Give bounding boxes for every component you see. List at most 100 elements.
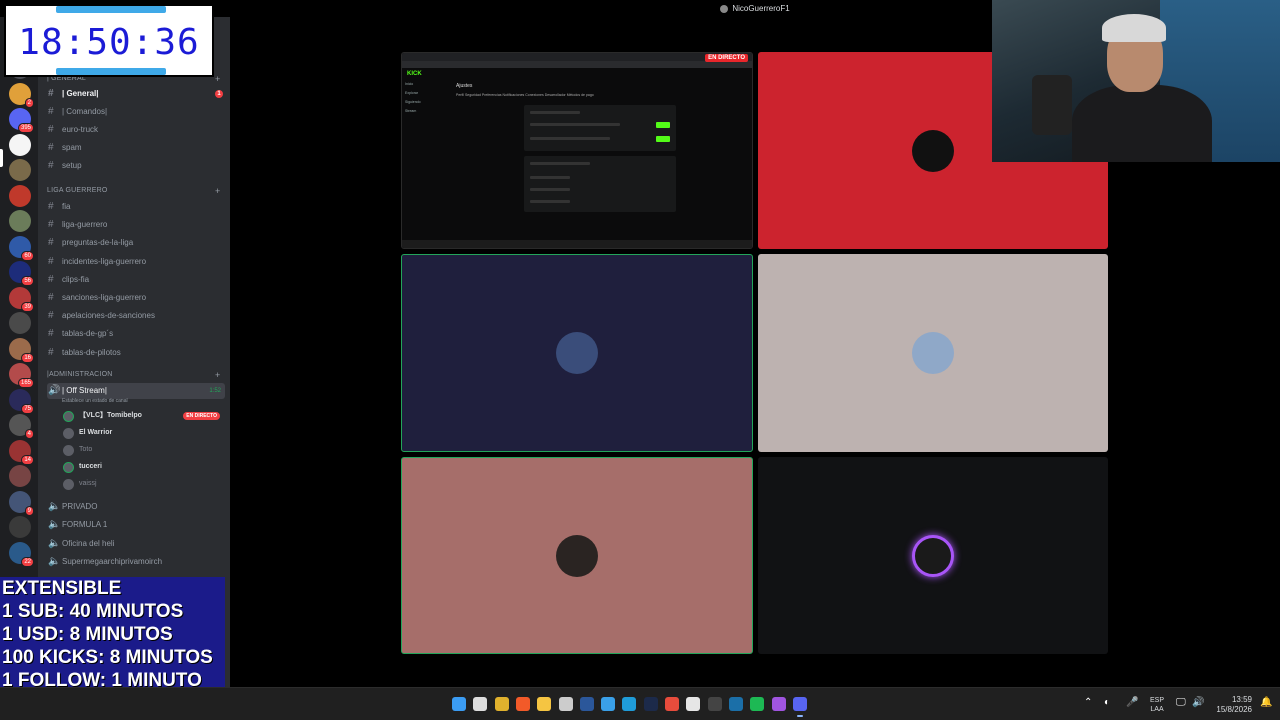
notepad-icon[interactable] bbox=[686, 697, 701, 711]
add-channel-icon[interactable]: + bbox=[215, 370, 220, 380]
server-icon[interactable] bbox=[9, 210, 31, 232]
channel-item[interactable]: # tablas-de-gp´s bbox=[47, 326, 225, 342]
tray-overflow-icon[interactable]: ⌃ bbox=[1084, 697, 1092, 708]
steam-icon[interactable] bbox=[728, 697, 743, 711]
category-liga[interactable]: LIGA GUERRERO + bbox=[47, 186, 220, 196]
notification-bell-icon[interactable]: 🔔 bbox=[1260, 697, 1272, 708]
server-icon[interactable] bbox=[9, 184, 31, 207]
speaker-icon: 🔈 bbox=[48, 537, 61, 549]
voice-user[interactable]: Toto bbox=[62, 442, 224, 458]
chrome-icon[interactable] bbox=[494, 697, 509, 711]
voice-channel-item[interactable]: 🔈 FORMULA 1 bbox=[47, 517, 225, 533]
lang-line-1: ESP bbox=[1150, 697, 1165, 704]
channel-item[interactable]: # | General| 1 bbox=[47, 86, 225, 102]
server-icon[interactable]: 39 bbox=[9, 286, 34, 312]
channel-item[interactable]: # setup bbox=[47, 158, 225, 174]
participant-tile[interactable] bbox=[758, 457, 1108, 654]
server-icon[interactable] bbox=[9, 159, 31, 181]
channel-item[interactable]: # tablas-de-pilotos bbox=[47, 345, 225, 361]
server-icon[interactable] bbox=[9, 465, 31, 487]
participant-tile[interactable] bbox=[401, 457, 753, 654]
server-icon[interactable]: 16 bbox=[9, 337, 34, 363]
window-title: NicoGuerreroF1 bbox=[732, 4, 790, 13]
server-icon[interactable]: 14 bbox=[9, 439, 34, 465]
server-icon[interactable] bbox=[9, 133, 31, 156]
channel-item[interactable]: # spam bbox=[47, 140, 225, 156]
voice-channel-label: | Off Stream| bbox=[62, 386, 107, 395]
channel-item[interactable]: # euro-truck bbox=[47, 122, 225, 138]
word-icon[interactable] bbox=[579, 697, 594, 711]
microphone-icon[interactable]: 🎤 bbox=[1126, 697, 1138, 708]
server-icon[interactable]: 4 bbox=[9, 414, 34, 439]
voice-channel-item[interactable]: 🔈 PRIVADO bbox=[47, 499, 225, 515]
server-icon[interactable]: 395 bbox=[9, 108, 34, 133]
voice-user[interactable]: vaissj bbox=[62, 476, 224, 492]
category-admin[interactable]: |ADMINISTRACION + bbox=[47, 370, 220, 380]
edge-icon[interactable] bbox=[622, 697, 637, 711]
channel-item[interactable]: # incidentes-liga-guerrero bbox=[47, 254, 225, 270]
discord-icon[interactable] bbox=[792, 697, 807, 717]
server-icon[interactable]: 2 bbox=[9, 82, 34, 108]
tray-app-icon[interactable]: ◐ bbox=[1104, 697, 1110, 708]
server-icon[interactable]: 9 bbox=[9, 490, 34, 516]
spotify-icon[interactable] bbox=[750, 697, 765, 711]
search-icon[interactable] bbox=[473, 697, 488, 711]
share-taskbar bbox=[402, 240, 752, 248]
participant-tile[interactable] bbox=[401, 254, 753, 452]
webcam-microphone bbox=[1032, 75, 1072, 135]
channel-item[interactable]: # preguntas-de-la-liga bbox=[47, 235, 225, 251]
channel-label: liga-guerrero bbox=[62, 220, 108, 230]
hash-icon: # bbox=[48, 237, 54, 249]
add-channel-icon[interactable]: + bbox=[215, 186, 220, 196]
clock-bar-bottom bbox=[56, 68, 166, 75]
voice-user-name: Toto bbox=[79, 446, 93, 453]
app-icon[interactable] bbox=[771, 697, 786, 711]
taskbar-clock[interactable]: 13:59 15/8/2026 bbox=[1212, 695, 1252, 715]
obs-icon[interactable] bbox=[707, 697, 722, 711]
voice-user[interactable]: tucceri bbox=[62, 459, 224, 475]
voice-user[interactable]: El Warrior bbox=[62, 425, 224, 441]
voice-channel-item[interactable]: 🔈 Supermegaarchiprivamoirch bbox=[47, 554, 225, 570]
photoshop-icon[interactable] bbox=[643, 697, 658, 711]
language-indicator[interactable]: ESP LAA bbox=[1150, 696, 1164, 714]
app-icon[interactable] bbox=[601, 697, 616, 711]
channel-item[interactable]: # | Comandos| bbox=[47, 104, 225, 120]
add-channel-icon[interactable]: + bbox=[215, 74, 220, 84]
network-icon[interactable]: 🖵 bbox=[1176, 697, 1186, 708]
channel-item[interactable]: # clips-fia bbox=[47, 272, 225, 288]
server-icon[interactable]: 60 bbox=[9, 235, 34, 261]
volume-icon[interactable]: 🔊 bbox=[1192, 697, 1204, 708]
server-icon[interactable]: 56 bbox=[9, 261, 34, 286]
server-icon[interactable]: 165 bbox=[9, 363, 34, 388]
server-icon[interactable] bbox=[9, 312, 31, 334]
channel-item[interactable]: # fia bbox=[47, 199, 225, 215]
brave-icon[interactable] bbox=[515, 697, 530, 711]
screen-share-tile[interactable]: EN DIRECTO KICK Inicio Explorar Siguiendo S… bbox=[401, 52, 753, 249]
app-icon[interactable] bbox=[558, 697, 573, 711]
app-icon[interactable] bbox=[665, 697, 679, 711]
voice-channel-item[interactable]: 🔈 Oficina del heli bbox=[47, 536, 225, 552]
voice-channel-off-stream[interactable]: 🔊 | Off Stream| 1:52 bbox=[47, 383, 225, 399]
file-explorer-icon[interactable] bbox=[537, 697, 552, 711]
participant-tile[interactable] bbox=[758, 254, 1108, 452]
share-panel-connections bbox=[524, 105, 676, 151]
hash-icon: # bbox=[48, 255, 54, 267]
server-mention-badge: 395 bbox=[17, 123, 34, 133]
windows-start-icon[interactable] bbox=[452, 697, 466, 711]
channel-item[interactable]: # liga-guerrero bbox=[47, 217, 225, 233]
server-icon[interactable]: 22 bbox=[9, 541, 34, 567]
channel-status-hint[interactable]: Establece un estado de canal bbox=[62, 398, 128, 404]
subathon-line: 1 USD: 8 MINUTOS bbox=[2, 624, 173, 645]
channel-item[interactable]: # sanciones-liga-guerrero bbox=[47, 290, 225, 306]
voice-user[interactable]: 【VLC】Tomibelpo EN DIRECTO bbox=[62, 408, 224, 424]
channel-label: | Comandos| bbox=[62, 107, 108, 116]
server-icon[interactable] bbox=[9, 516, 31, 538]
speaker-icon: 🔈 bbox=[48, 555, 61, 567]
channel-label: apelaciones-de-sanciones bbox=[62, 311, 155, 321]
subathon-line: 100 KICKS: 8 MINUTOS bbox=[2, 647, 213, 668]
share-row bbox=[530, 188, 570, 191]
channel-label: tablas-de-gp´s bbox=[62, 329, 114, 339]
server-icon[interactable]: 75 bbox=[9, 388, 34, 414]
server-mention-badge: 60 bbox=[21, 250, 34, 261]
channel-item[interactable]: # apelaciones-de-sanciones bbox=[47, 308, 225, 324]
